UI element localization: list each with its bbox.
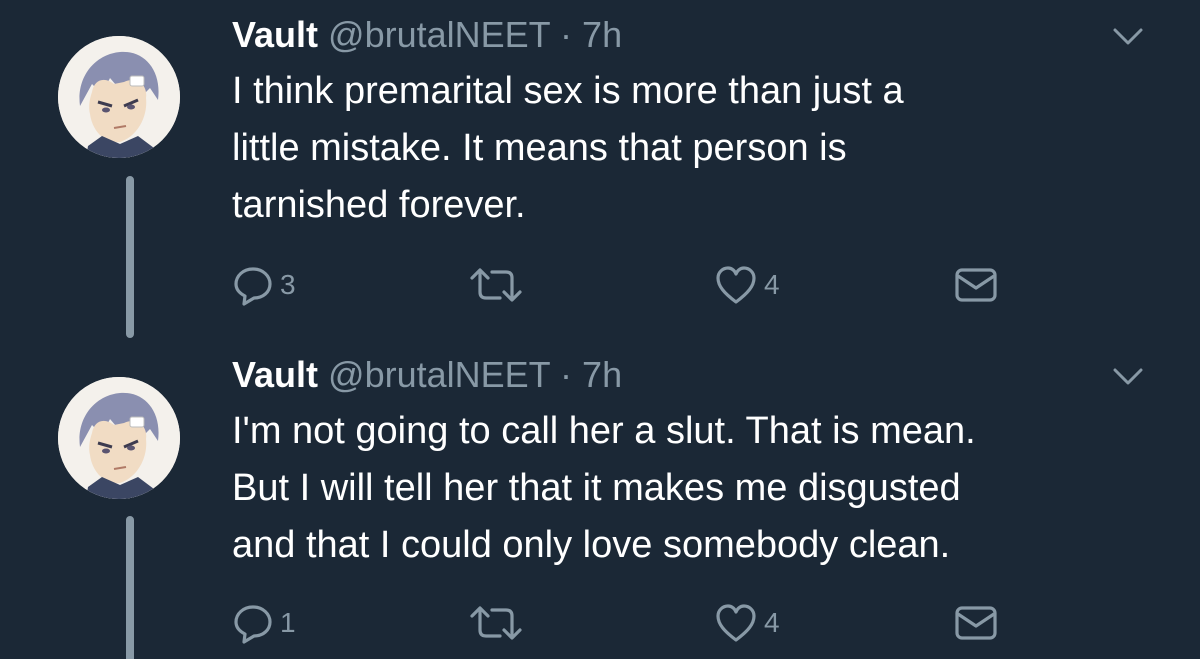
avatar[interactable] [58, 377, 180, 499]
retweet-button[interactable] [468, 598, 524, 648]
reply-count: 1 [280, 607, 296, 638]
retweet-button[interactable] [468, 260, 524, 310]
display-name[interactable]: Vault [232, 14, 318, 55]
direct-message-button[interactable] [952, 260, 1000, 310]
retweet-icon [468, 264, 524, 306]
reply-button[interactable]: 3 [232, 260, 296, 310]
like-button[interactable]: 4 [714, 260, 780, 310]
envelope-icon [952, 602, 1000, 644]
reply-icon [232, 602, 274, 644]
user-handle[interactable]: @brutalNEET [328, 354, 550, 395]
reply-icon [232, 264, 274, 306]
chevron-down-icon[interactable] [1112, 366, 1144, 388]
tweet-header: Vault @brutalNEET · 7h [232, 350, 622, 400]
display-name[interactable]: Vault [232, 354, 318, 395]
direct-message-button[interactable] [952, 598, 1000, 648]
like-button[interactable]: 4 [714, 598, 780, 648]
thread-connector [126, 176, 134, 338]
avatar-illustration [58, 36, 180, 158]
tweet-text: I think premarital sex is more than just… [232, 70, 904, 226]
tweet-text: I'm not going to call her a slut. That i… [232, 410, 976, 566]
timestamp[interactable]: 7h [582, 14, 622, 55]
tweet[interactable]: Vault @brutalNEET · 7h I'm not going to … [0, 340, 1200, 659]
tweet-actions: 1 4 [0, 598, 1200, 648]
reply-button[interactable]: 1 [232, 598, 296, 648]
avatar-illustration [58, 377, 180, 499]
separator-dot: · [560, 354, 573, 395]
timeline: Vault @brutalNEET · 7h I think premarita… [0, 0, 1200, 659]
heart-icon [714, 602, 758, 644]
retweet-icon [468, 602, 524, 644]
separator-dot: · [560, 14, 573, 55]
like-count: 4 [764, 607, 780, 638]
heart-icon [714, 264, 758, 306]
tweet[interactable]: Vault @brutalNEET · 7h I think premarita… [0, 0, 1200, 340]
envelope-icon [952, 264, 1000, 306]
tweet-header: Vault @brutalNEET · 7h [232, 10, 622, 60]
avatar[interactable] [58, 36, 180, 158]
user-handle[interactable]: @brutalNEET [328, 14, 550, 55]
timestamp[interactable]: 7h [582, 354, 622, 395]
tweet-actions: 3 4 [0, 260, 1200, 310]
like-count: 4 [764, 269, 780, 300]
reply-count: 3 [280, 269, 296, 300]
chevron-down-icon[interactable] [1112, 26, 1144, 48]
